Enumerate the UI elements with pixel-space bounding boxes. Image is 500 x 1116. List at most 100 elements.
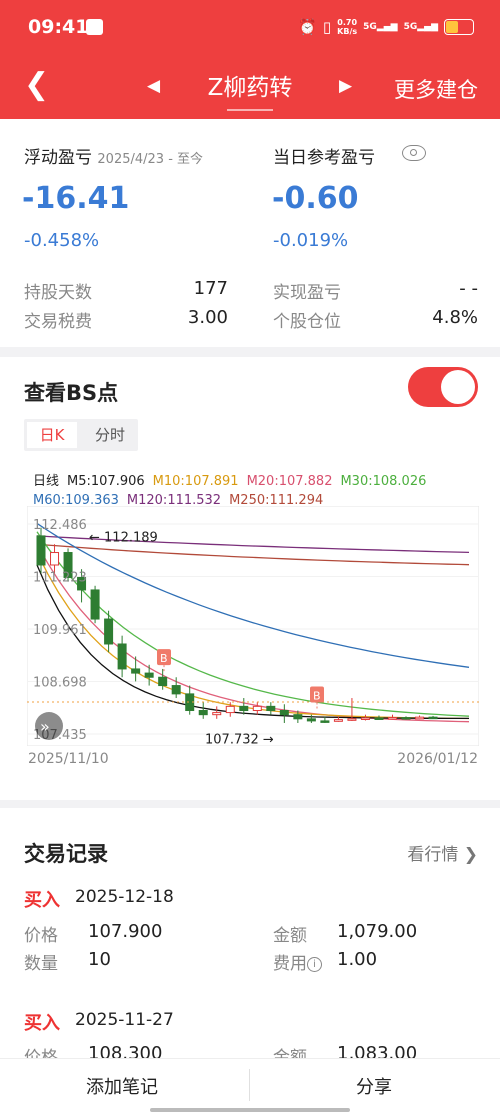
candle (239, 705, 249, 712)
app-notification-icon (86, 19, 103, 35)
candle (401, 717, 411, 720)
vibrate-icon: ▯ (322, 18, 332, 36)
float-pl-value: -16.41 (22, 181, 130, 216)
home-indicator[interactable] (150, 1108, 350, 1112)
status-icons: ⏰ ▯ 0.70 KB/s 5G▂▄▆ 5G▂▄▆ (298, 18, 474, 36)
y-tick-label: 108.698 (33, 675, 87, 690)
day-pl-percent: -0.019% (273, 230, 349, 251)
eye-icon[interactable] (402, 145, 426, 161)
expand-chart-icon[interactable]: » (35, 712, 63, 740)
candle (320, 720, 330, 723)
tax-label: 交易税费 (24, 312, 92, 332)
position-label: 个股仓位 (273, 312, 341, 332)
trade-1-date: 2025-12-18 (75, 887, 174, 907)
max-price-label: ← 112.189 (89, 530, 158, 545)
trade-2-date: 2025-11-27 (75, 1010, 174, 1030)
buy-marker-label: B (160, 652, 168, 665)
candle (374, 717, 384, 720)
candle (225, 705, 235, 714)
y-tick-label: 109.961 (33, 623, 87, 638)
prev-stock-icon[interactable]: ◀ (147, 76, 160, 96)
trade-1-fee-label: 费用 i (273, 949, 322, 974)
signal-2-icon: 5G▂▄▆ (403, 22, 438, 32)
app-header: 09:41 ⏰ ▯ 0.70 KB/s 5G▂▄▆ 5G▂▄▆ ❮ ◀ Z柳药转 … (0, 0, 500, 119)
signal-1-icon: 5G▂▄▆ (363, 22, 398, 32)
hold-days-label: 持股天数 (24, 283, 92, 303)
float-pl-range: 2025/4/23 - 至今 (97, 152, 204, 167)
candle (293, 714, 303, 720)
trade-1-amount-label: 金额 (273, 926, 307, 946)
next-stock-icon[interactable]: ▶ (339, 76, 352, 96)
trade-1-type: 买入 (24, 890, 60, 911)
tab-day-k[interactable]: 日K (27, 422, 77, 448)
x-end-label: 2026/01/12 (397, 751, 478, 767)
candle (171, 685, 181, 695)
bs-toggle[interactable] (408, 367, 478, 407)
candle (144, 672, 154, 678)
candle (212, 712, 222, 716)
view-market-link[interactable]: 看行情 ❯ (407, 840, 478, 865)
candle (306, 718, 316, 722)
candle (104, 618, 114, 645)
more-positions-button[interactable]: 更多建仓 (394, 74, 478, 104)
trade-1-qty: 10 (88, 949, 111, 970)
candle (279, 710, 289, 716)
candle (415, 716, 425, 720)
y-tick-label: 111.223 (33, 571, 87, 586)
float-pl-percent: -0.458% (24, 230, 100, 251)
x-start-label: 2025/11/10 (28, 751, 109, 767)
trades-title: 交易记录 (24, 842, 108, 866)
status-time: 09:41 (28, 16, 89, 38)
candle (90, 589, 100, 620)
trade-1-price-label: 价格 (24, 926, 58, 946)
candle (360, 717, 370, 720)
svg-text:»: » (40, 717, 50, 736)
trade-1-amount: 1,079.00 (337, 921, 418, 942)
alarm-icon: ⏰ (298, 18, 317, 36)
network-speed: 0.70 KB/s (337, 18, 358, 36)
legend-ma10: M10:107.891 (152, 474, 239, 489)
hold-days-value: 177 (193, 278, 228, 299)
candle (428, 716, 438, 720)
buy-marker-label: B (313, 690, 321, 703)
kline-chart[interactable]: 112.486111.223109.961108.698107.435 ← 11… (27, 506, 479, 746)
candle (347, 718, 357, 721)
share-button[interactable]: 分享 (356, 1073, 392, 1099)
position-value: 4.8% (432, 307, 478, 328)
ma-legend: 日线 M5:107.906 M10:107.891 M20:107.882 M30:10… (33, 472, 483, 510)
chart-tabs: 日K 分时 (24, 419, 138, 451)
y-tick-label: 112.486 (33, 518, 87, 533)
tab-intraday[interactable]: 分时 (84, 422, 136, 448)
title-sub-mark (200, 96, 300, 111)
candle (252, 705, 262, 712)
candle (387, 717, 397, 720)
battery-icon (444, 19, 474, 35)
candle (333, 719, 343, 722)
legend-ma20: M20:107.882 (246, 474, 333, 489)
realized-pl-value: - - (459, 278, 478, 299)
legend-ma5: M5:107.906 (67, 474, 145, 489)
trade-2-type: 买入 (24, 1013, 60, 1034)
legend-ma30: M30:108.026 (340, 474, 427, 489)
info-icon[interactable]: i (307, 957, 322, 972)
legend-day: 日线 (33, 474, 60, 489)
bottom-divider (249, 1069, 250, 1101)
candle (131, 668, 141, 674)
bs-title: 查看BS点 (24, 381, 119, 405)
back-icon[interactable]: ❮ (24, 70, 49, 100)
candle (266, 705, 276, 712)
day-pl-label: 当日参考盈亏 (273, 148, 375, 168)
candle (50, 552, 60, 566)
candle (158, 676, 168, 687)
float-pl-label: 浮动盈亏 2025/4/23 - 至今 (24, 148, 204, 168)
candle (36, 535, 46, 566)
trade-1-fee: 1.00 (337, 949, 378, 970)
min-price-label: 107.732 → (205, 733, 274, 746)
trade-1-price: 107.900 (88, 921, 163, 942)
candle (198, 710, 208, 716)
trade-1-qty-label: 数量 (24, 954, 58, 974)
day-pl-value: -0.60 (272, 181, 359, 216)
tax-value: 3.00 (187, 307, 228, 328)
add-note-button[interactable]: 添加笔记 (86, 1073, 158, 1099)
realized-pl-label: 实现盈亏 (273, 283, 341, 303)
